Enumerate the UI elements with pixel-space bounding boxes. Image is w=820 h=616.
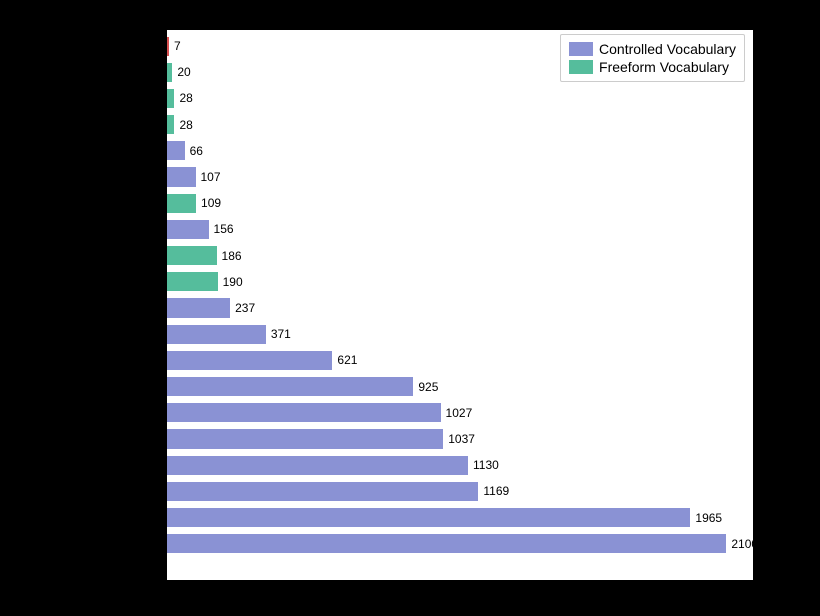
bar-row: 7: [167, 37, 181, 56]
legend-label-freeform: Freeform Vocabulary: [599, 59, 729, 75]
bar: [167, 534, 726, 553]
bar: [167, 456, 468, 475]
bar-row: 2100: [167, 534, 758, 553]
bar-row: 156: [167, 220, 234, 239]
bar-value-label: 109: [201, 196, 221, 210]
bar-row: 925: [167, 377, 438, 396]
bar: [167, 37, 169, 56]
bar-value-label: 1965: [695, 511, 722, 525]
bar: [167, 403, 441, 422]
legend-item-controlled: Controlled Vocabulary: [569, 41, 736, 57]
bar-value-label: 190: [223, 275, 243, 289]
bar: [167, 220, 209, 239]
bar: [167, 246, 217, 265]
bar-value-label: 28: [179, 118, 192, 132]
bar-row: 28: [167, 115, 193, 134]
bar-value-label: 156: [214, 222, 234, 236]
legend-swatch-freeform: [569, 60, 593, 74]
chart-plot-area: Controlled Vocabulary Freeform Vocabular…: [167, 30, 753, 580]
bar: [167, 63, 172, 82]
bar: [167, 429, 443, 448]
legend-label-controlled: Controlled Vocabulary: [599, 41, 736, 57]
bar-value-label: 1027: [446, 406, 473, 420]
legend-swatch-controlled: [569, 42, 593, 56]
bar-value-label: 925: [418, 380, 438, 394]
bar: [167, 167, 196, 186]
bar: [167, 377, 413, 396]
bar-value-label: 621: [337, 353, 357, 367]
bar-value-label: 66: [190, 144, 203, 158]
bar-row: 621: [167, 351, 357, 370]
bar-row: 1169: [167, 482, 509, 501]
bar-row: 190: [167, 272, 243, 291]
bar-value-label: 7: [174, 39, 181, 53]
bar-row: 66: [167, 141, 203, 160]
bar-value-label: 237: [235, 301, 255, 315]
bar-value-label: 20: [177, 65, 190, 79]
bar-row: 1027: [167, 403, 472, 422]
bar-row: 20: [167, 63, 191, 82]
bar: [167, 89, 174, 108]
legend-item-freeform: Freeform Vocabulary: [569, 59, 736, 75]
bar-value-label: 186: [222, 249, 242, 263]
bar: [167, 272, 218, 291]
bar-value-label: 107: [201, 170, 221, 184]
bar-row: 1037: [167, 429, 475, 448]
bar-value-label: 1130: [473, 458, 499, 472]
bar: [167, 482, 478, 501]
bar: [167, 351, 332, 370]
bar: [167, 325, 266, 344]
bar: [167, 194, 196, 213]
bar: [167, 298, 230, 317]
bar-row: 109: [167, 194, 221, 213]
bar-row: 186: [167, 246, 242, 265]
bar-row: 1130: [167, 456, 499, 475]
chart-legend: Controlled Vocabulary Freeform Vocabular…: [560, 34, 745, 82]
bar-row: 371: [167, 325, 291, 344]
bar-value-label: 1169: [483, 484, 509, 498]
bar-row: 28: [167, 89, 193, 108]
bar-row: 237: [167, 298, 255, 317]
bar-value-label: 1037: [448, 432, 475, 446]
bar-row: 1965: [167, 508, 722, 527]
bar-row: 107: [167, 167, 221, 186]
bar: [167, 141, 185, 160]
bar-value-label: 28: [179, 91, 192, 105]
bar-value-label: 2100: [731, 537, 758, 551]
bar-value-label: 371: [271, 327, 291, 341]
bar: [167, 508, 690, 527]
bar: [167, 115, 174, 134]
